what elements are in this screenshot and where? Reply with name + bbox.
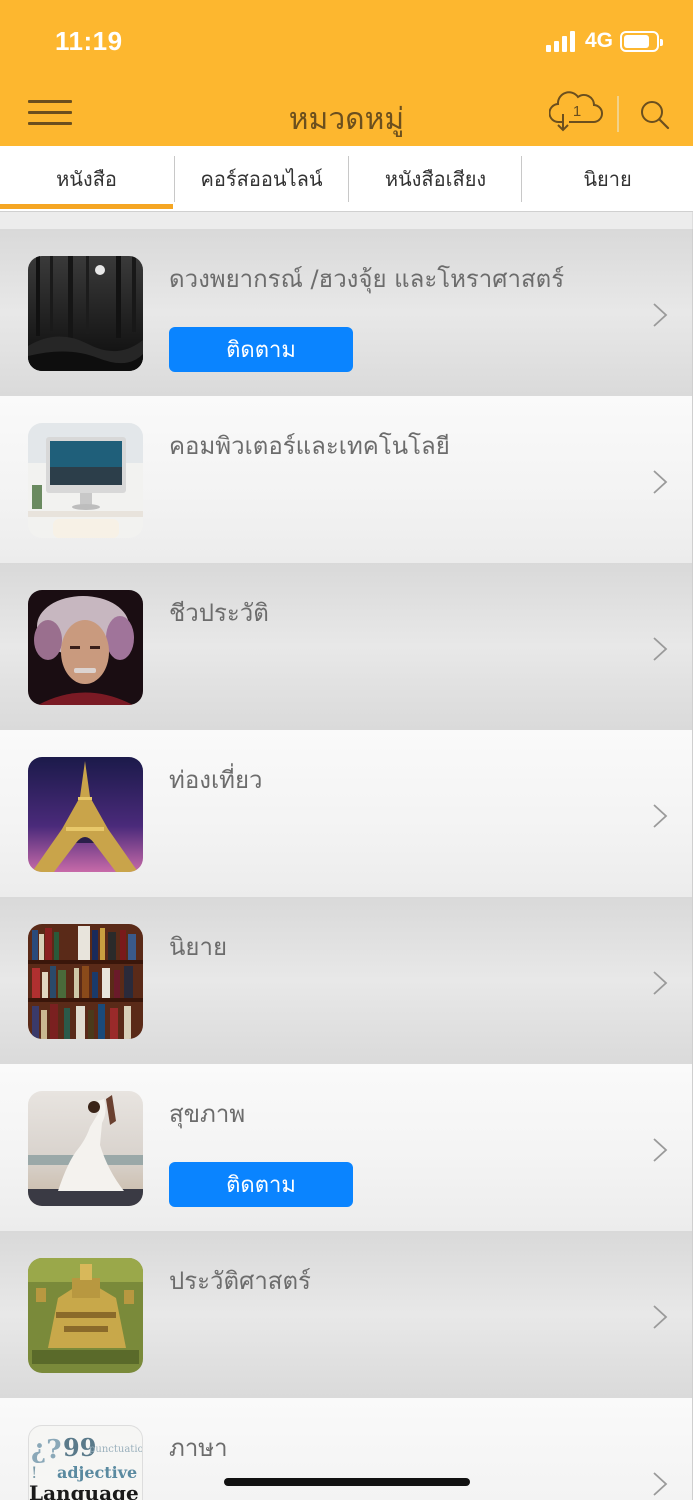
tab-online-courses[interactable]: คอร์สออนไลน์ (175, 156, 348, 202)
tab-label: หนังสือเสียง (384, 167, 487, 191)
yoga-image (28, 1091, 143, 1206)
list-top-spacer (0, 212, 693, 229)
signal-icon (546, 30, 578, 52)
chevron-right-icon (653, 1472, 668, 1496)
category-title: ประวัติศาสตร์ (169, 1267, 311, 1295)
chevron-right-icon (653, 303, 668, 327)
follow-button[interactable]: ติดตาม (169, 1162, 353, 1207)
header-divider (617, 96, 619, 132)
computer-desk-image (28, 423, 143, 538)
chevron-right-icon (653, 971, 668, 995)
search-icon[interactable] (640, 100, 670, 130)
chevron-right-icon (653, 1305, 668, 1329)
ancient-ruins-image (28, 1258, 143, 1373)
tab-novels[interactable]: นิยาย (522, 156, 693, 202)
battery-icon (620, 31, 663, 52)
active-tab-indicator (0, 204, 173, 209)
tab-label: คอร์สออนไลน์ (200, 167, 323, 191)
thumb-word-adjective: adjective (57, 1463, 137, 1482)
tab-label: หนังสือ (56, 167, 117, 191)
home-indicator (224, 1478, 470, 1486)
cloud-download-icon[interactable]: 1 (548, 90, 603, 134)
category-row-travel[interactable]: ท่องเที่ยว (0, 730, 693, 897)
follow-button[interactable]: ติดตาม (169, 327, 353, 372)
category-row-fortune[interactable]: ดวงพยากรณ์ /ฮวงจุ้ย และโหราศาสตร์ ติดตาม (0, 229, 693, 396)
category-title: ดวงพยากรณ์ /ฮวงจุ้ย และโหราศาสตร์ (169, 265, 565, 293)
tab-label: นิยาย (583, 167, 632, 191)
chevron-right-icon (653, 804, 668, 828)
category-row-novels[interactable]: นิยาย (0, 897, 693, 1064)
category-row-health[interactable]: สุขภาพ ติดตาม (0, 1064, 693, 1231)
status-time: 11:19 (55, 26, 123, 56)
chevron-right-icon (653, 1138, 668, 1162)
category-tabs: หนังสือ คอร์สออนไลน์ หนังสือเสียง นิยาย (0, 146, 693, 212)
thumb-word-language: Language (29, 1481, 139, 1500)
category-title: ท่องเที่ยว (169, 766, 263, 794)
category-title: ชีวประวัติ (169, 599, 269, 627)
category-title: นิยาย (169, 933, 228, 961)
category-row-computer[interactable]: คอมพิวเตอร์และเทคโนโลยี (0, 396, 693, 563)
category-title: คอมพิวเตอร์และเทคโนโลยี (169, 432, 450, 460)
category-row-biography[interactable]: ชีวประวัติ (0, 563, 693, 730)
category-title: ภาษา (169, 1434, 228, 1462)
dark-forest-image (28, 256, 143, 371)
svg-text:¿?: ¿? (31, 1435, 61, 1465)
svg-text:!: ! (31, 1463, 37, 1482)
language-words-image: ¿? 99 punctuation ! adjective Language (28, 1425, 143, 1500)
download-count: 1 (573, 103, 581, 120)
portrait-image (28, 590, 143, 705)
tab-audiobooks[interactable]: หนังสือเสียง (349, 156, 522, 202)
chevron-right-icon (653, 470, 668, 494)
category-title: สุขภาพ (169, 1100, 246, 1128)
app-header: 11:19 4G หมวดหมู่ 1 (0, 0, 693, 146)
eiffel-tower-image (28, 757, 143, 872)
tab-books[interactable]: หนังสือ (0, 156, 173, 202)
bookshelf-image (28, 924, 143, 1039)
chevron-right-icon (653, 637, 668, 661)
network-label: 4G (585, 29, 614, 52)
thumb-word-punctuation: punctuation (89, 1444, 143, 1455)
category-row-history[interactable]: ประวัติศาสตร์ (0, 1231, 693, 1398)
